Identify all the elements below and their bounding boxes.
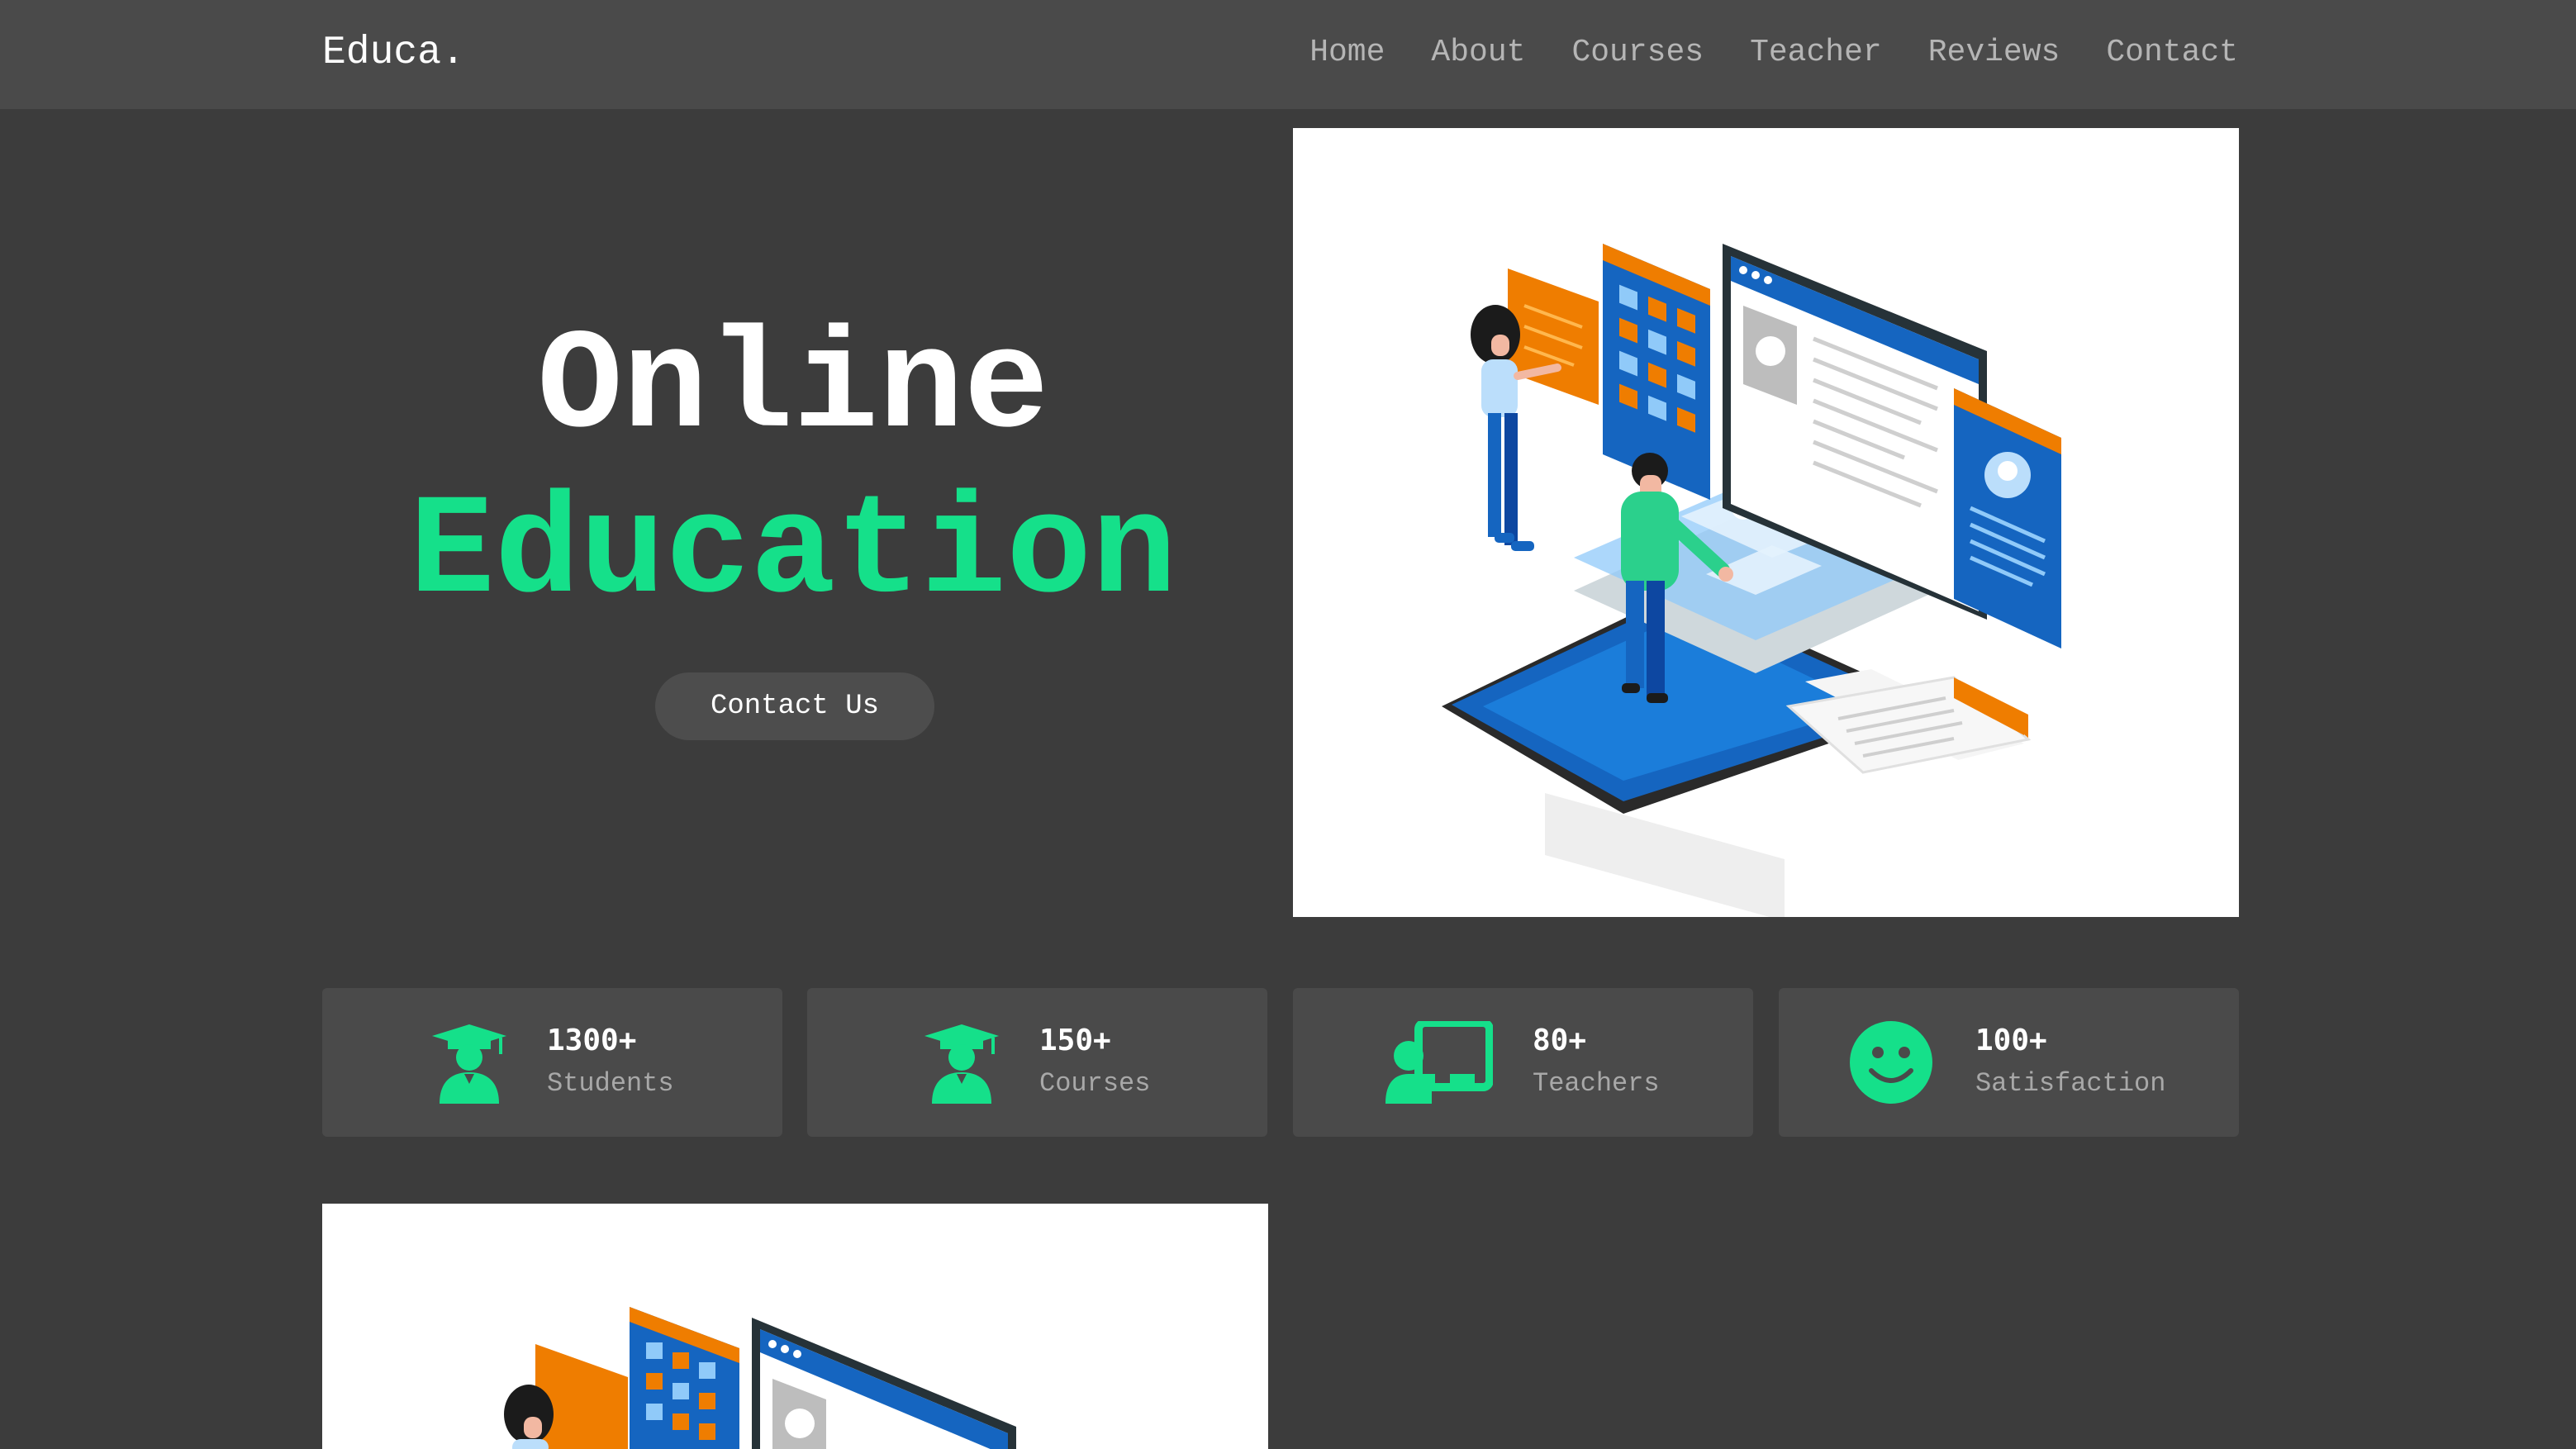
hero-heading: Online Education (322, 306, 1264, 636)
hero-illustration (1293, 128, 2239, 917)
stat-label-satisfaction: Satisfaction (1975, 1068, 2166, 1099)
nav-link-about[interactable]: About (1431, 26, 1525, 79)
stat-value-courses: 150+ (1039, 1024, 1111, 1057)
online-education-illustration (1442, 244, 2061, 917)
nav-link-teacher[interactable]: Teacher (1750, 26, 1882, 79)
stat-value-teachers: 80+ (1533, 1024, 1587, 1057)
stats-row: 1300+ Students 150+ Courses 80+ Teachers… (322, 988, 2239, 1137)
stat-card-satisfaction: 100+ Satisfaction (1779, 988, 2239, 1137)
nav-link-contact[interactable]: Contact (2106, 26, 2238, 79)
navbar: Educa. Home About Courses Teacher Review… (0, 0, 2576, 109)
smile-icon (1850, 1021, 1932, 1104)
about-illustration (322, 1204, 1268, 1449)
graduate-icon (920, 1021, 1003, 1104)
stat-card-teachers: 80+ Teachers (1293, 988, 1753, 1137)
page: Educa. Home About Courses Teacher Review… (0, 0, 2576, 1449)
online-education-illustration (504, 1307, 1016, 1449)
stat-card-students: 1300+ Students (322, 988, 782, 1137)
nav-link-home[interactable]: Home (1309, 26, 1385, 79)
nav-links: Home About Courses Teacher Reviews Conta… (1309, 26, 2238, 79)
stat-label-teachers: Teachers (1533, 1068, 1660, 1099)
hero-title-line1: Online (537, 307, 1049, 468)
hero-title-line2: Education (409, 473, 1177, 634)
nav-link-reviews[interactable]: Reviews (1928, 26, 2060, 79)
graduate-icon (428, 1021, 511, 1104)
contact-us-button[interactable]: Contact Us (655, 672, 934, 740)
stat-value-satisfaction: 100+ (1975, 1024, 2047, 1057)
stat-value-students: 1300+ (547, 1024, 637, 1057)
logo[interactable]: Educa. (322, 26, 465, 79)
teacher-icon (1385, 1019, 1494, 1104)
nav-link-courses[interactable]: Courses (1571, 26, 1704, 79)
stat-card-courses: 150+ Courses (807, 988, 1267, 1137)
stat-label-courses: Courses (1039, 1068, 1151, 1099)
stat-label-students: Students (547, 1068, 674, 1099)
